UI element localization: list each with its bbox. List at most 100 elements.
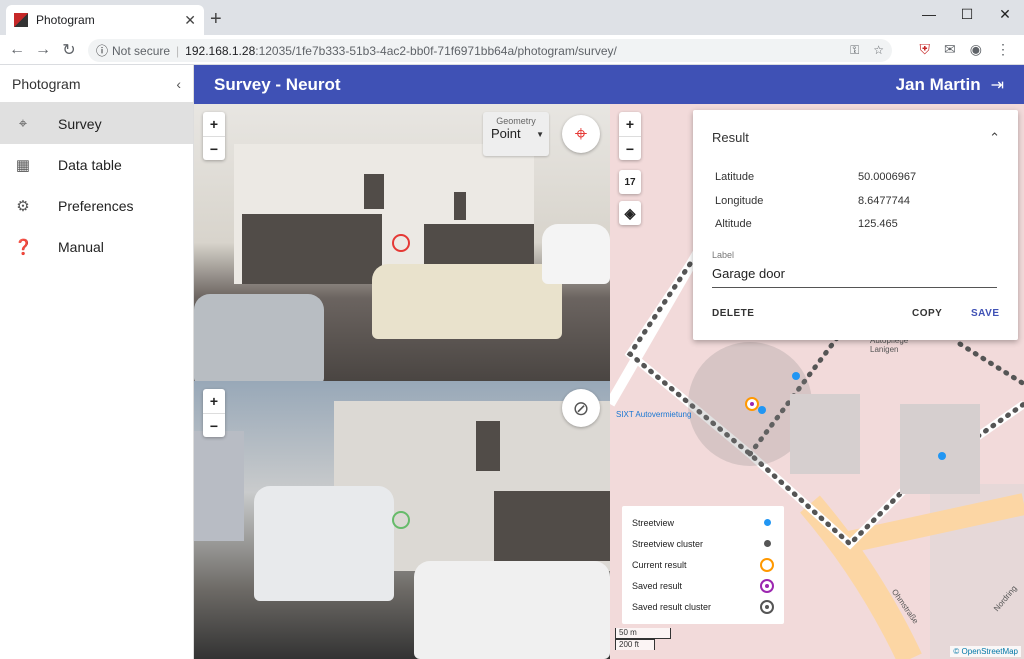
label-field[interactable]: Garage door bbox=[712, 266, 997, 288]
result-row-altitude: Altitude 125.465 bbox=[715, 218, 1005, 230]
zoom-level: 17 bbox=[619, 170, 641, 194]
streetview-point[interactable] bbox=[792, 372, 800, 380]
map-zoom-control: + − bbox=[619, 112, 641, 160]
gray-dot-icon bbox=[763, 540, 771, 547]
saved-result-cluster-icon bbox=[760, 599, 774, 614]
page-title: Survey - Neurot bbox=[214, 74, 341, 94]
sidebar-header: Photogram ‹ bbox=[0, 65, 193, 103]
browser-toolbar: ← → ↻ ⓘ Not secure | 192.168.1.28 :12035… bbox=[0, 35, 1024, 65]
crosshair-icon: ⌖ bbox=[574, 121, 588, 146]
streetview-point[interactable] bbox=[938, 452, 946, 460]
close-tab-icon[interactable]: ✕ bbox=[184, 12, 196, 29]
locate-disabled-button[interactable]: ⊘ bbox=[562, 389, 600, 427]
van-image bbox=[542, 224, 610, 284]
result-key: Longitude bbox=[715, 195, 764, 207]
scale-imperial: 200 ft bbox=[615, 639, 655, 650]
divider: | bbox=[176, 43, 180, 58]
window-image bbox=[476, 421, 500, 471]
app-bar: Survey - Neurot Jan Martin ⇥ bbox=[194, 65, 1024, 104]
sidebar-item-label: Survey bbox=[58, 115, 102, 132]
target-marker-icon bbox=[392, 511, 410, 529]
geometry-select[interactable]: Geometry Point ▼ bbox=[483, 112, 549, 156]
logout-icon[interactable]: ⇥ bbox=[991, 75, 1004, 95]
reload-icon[interactable]: ↻ bbox=[56, 40, 82, 60]
taxi-car-image bbox=[372, 264, 562, 339]
map-attribution[interactable]: © OpenStreetMap bbox=[950, 646, 1021, 657]
sidebar-item-survey[interactable]: ⌖ Survey bbox=[0, 103, 193, 144]
security-indicator: Not secure bbox=[112, 43, 171, 58]
maximize-button[interactable]: ☐ bbox=[948, 0, 986, 28]
sidebar-item-preferences[interactable]: ⚙ Preferences bbox=[0, 185, 193, 226]
zoom-in-button[interactable]: + bbox=[619, 112, 641, 136]
back-icon[interactable]: ← bbox=[4, 41, 30, 59]
locate-button[interactable]: ⌖ bbox=[562, 115, 600, 153]
save-button[interactable]: SAVE bbox=[971, 308, 1000, 319]
photo-zoom-control: + − bbox=[203, 112, 225, 160]
sidebar-item-manual[interactable]: ❓ Manual bbox=[0, 226, 193, 267]
building-block bbox=[900, 404, 980, 494]
zoom-in-button[interactable]: + bbox=[203, 389, 225, 413]
legend-item: Saved result bbox=[632, 575, 774, 596]
minimize-button[interactable]: — bbox=[910, 0, 948, 28]
result-row-longitude: Longitude 8.6477744 bbox=[715, 195, 1005, 207]
blue-dot-icon bbox=[763, 519, 771, 526]
key-icon[interactable]: ⚿ bbox=[850, 43, 859, 58]
window-image bbox=[454, 192, 466, 220]
copy-button[interactable]: COPY bbox=[912, 308, 942, 319]
geometry-value: Point bbox=[491, 126, 521, 141]
forward-icon[interactable]: → bbox=[30, 41, 56, 59]
saved-result-marker[interactable] bbox=[750, 402, 754, 406]
info-icon[interactable]: ⓘ bbox=[96, 42, 108, 59]
legend-item: Current result bbox=[632, 554, 774, 575]
crosshair-icon: ⌖ bbox=[18, 115, 28, 132]
window-controls: — ☐ ✕ bbox=[910, 0, 1024, 28]
collapse-sidebar-icon[interactable]: ‹ bbox=[176, 76, 181, 92]
new-tab-button[interactable]: + bbox=[210, 8, 222, 31]
sidebar-item-data-table[interactable]: ▦ Data table bbox=[0, 144, 193, 185]
tab-title: Photogram bbox=[36, 13, 95, 27]
result-panel: Result ⌃ Latitude 50.0006967 Longitude 8… bbox=[693, 110, 1018, 340]
building-image bbox=[194, 431, 244, 541]
zoom-out-button[interactable]: − bbox=[203, 413, 225, 437]
address-bar[interactable]: ⓘ Not secure | 192.168.1.28 :12035/1fe7b… bbox=[88, 39, 892, 62]
user-name: Jan Martin bbox=[895, 74, 981, 94]
account-icon[interactable]: ◉ bbox=[970, 41, 982, 58]
collapse-chevron-icon[interactable]: ⌃ bbox=[989, 130, 1000, 146]
sidebar-title: Photogram bbox=[12, 75, 81, 92]
saved-result-icon bbox=[760, 578, 774, 593]
star-icon[interactable]: ☆ bbox=[873, 43, 884, 58]
legend-item: Saved result cluster bbox=[632, 596, 774, 617]
extension-mail-icon[interactable]: ✉ bbox=[944, 41, 956, 58]
geometry-label: Geometry bbox=[496, 116, 536, 126]
zoom-out-button[interactable]: − bbox=[619, 136, 641, 160]
browser-tabstrip: Photogram ✕ + — ☐ ✕ bbox=[0, 0, 1024, 35]
result-value: 50.0006967 bbox=[858, 171, 917, 183]
layers-button[interactable]: ◈ bbox=[619, 201, 641, 225]
current-result-icon bbox=[760, 557, 774, 572]
building-block bbox=[790, 394, 860, 474]
poi-label: SIXT Autovermietung bbox=[616, 410, 692, 419]
menu-icon[interactable]: ⋮ bbox=[996, 41, 1010, 58]
map-scale: 50 m 200 ft bbox=[615, 628, 671, 650]
result-value: 8.6477744 bbox=[858, 195, 910, 207]
browser-tab[interactable]: Photogram ✕ bbox=[6, 5, 204, 35]
van-image bbox=[254, 486, 394, 601]
layers-icon: ◈ bbox=[624, 204, 636, 221]
streetview-point[interactable] bbox=[758, 406, 766, 414]
legend-item: Streetview bbox=[632, 512, 774, 533]
attribution-link[interactable]: © OpenStreetMap bbox=[953, 647, 1018, 656]
label-caption: Label bbox=[712, 250, 735, 260]
close-window-button[interactable]: ✕ bbox=[986, 0, 1024, 28]
streetview-photo-bottom[interactable]: + − ⊘ bbox=[194, 381, 610, 659]
zoom-out-button[interactable]: − bbox=[203, 136, 225, 160]
delete-button[interactable]: DELETE bbox=[712, 308, 754, 319]
window-image bbox=[364, 174, 384, 209]
streetview-photo-top[interactable]: + − Geometry Point ▼ ⌖ bbox=[194, 104, 610, 381]
extension-ublock-icon[interactable]: ⛨ bbox=[920, 41, 931, 58]
map-legend: Streetview Streetview cluster Current re… bbox=[622, 506, 784, 624]
zoom-in-button[interactable]: + bbox=[203, 112, 225, 136]
storefront-image bbox=[494, 491, 610, 561]
result-row-latitude: Latitude 50.0006967 bbox=[715, 171, 1005, 183]
sidebar-item-label: Manual bbox=[58, 238, 104, 255]
sidebar: Photogram ‹ ⌖ Survey ▦ Data table ⚙ Pref… bbox=[0, 65, 194, 659]
